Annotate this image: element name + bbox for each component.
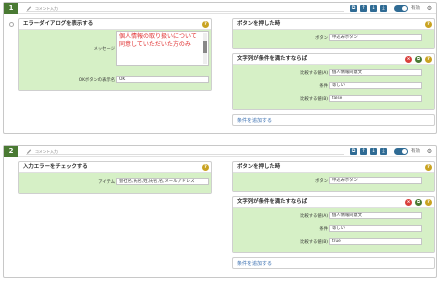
delete-icon[interactable]: × <box>405 199 412 206</box>
card-title: ボタンを押した時 <box>237 21 281 27</box>
add-condition-box: 条件を追加する <box>232 114 435 126</box>
toggle-label: 有効 <box>411 149 420 154</box>
move-up-icon[interactable]: ↑ <box>360 148 367 155</box>
scrollbar-thumb[interactable] <box>203 41 207 53</box>
compare-b-input[interactable]: false <box>329 95 422 102</box>
move-down-icon[interactable]: ↓ <box>370 5 377 12</box>
card-header: 文字列が条件を満たすならば × ⧉ ? <box>233 197 434 208</box>
row-number: 2 <box>4 146 18 157</box>
card-body: ボタン 申込みボタン <box>233 173 434 191</box>
field-label: 比較する値(B) <box>300 97 328 102</box>
field-label: 条件 <box>319 84 328 89</box>
field-label: ボタン <box>315 36 328 41</box>
field-label: アイテム <box>98 180 115 185</box>
action-block-2: 2 ⧉ ↑ ↓ ⤓ 有効 ⚙ 入力エラーをチェックする ? アイテム 会社名,氏… <box>3 145 437 278</box>
block-toolbar: 2 ⧉ ↑ ↓ ⤓ 有効 ⚙ <box>4 146 436 157</box>
block-toolbar: 1 ⧉ ↑ ↓ ⤓ 有効 ⚙ <box>4 3 436 14</box>
field-label: 比較する値(B) <box>300 240 328 245</box>
gear-icon[interactable]: ⚙ <box>426 5 433 12</box>
enable-toggle[interactable] <box>394 5 408 12</box>
row-number: 1 <box>4 3 18 14</box>
pencil-icon <box>27 6 32 11</box>
help-icon[interactable]: ? <box>425 199 432 206</box>
card-body: アイテム 会社名,氏名,姓,氏名,名,メールアドレス <box>19 173 211 193</box>
gear-icon[interactable]: ⚙ <box>426 148 433 155</box>
field-label: 条件 <box>319 227 328 232</box>
field-label: 比較する値(A) <box>300 214 328 219</box>
trigger-card: ボタンを押した時 ? ボタン 申込みボタン <box>232 161 435 192</box>
card-header: ボタンを押した時 ? <box>233 19 434 30</box>
comment-input[interactable] <box>35 5 335 12</box>
pencil-icon <box>27 149 32 154</box>
message-textarea[interactable]: 個人情報の取り扱いについて 同意していただいた方のみ <box>116 31 209 66</box>
move-down-icon[interactable]: ↓ <box>370 148 377 155</box>
compare-b-input[interactable]: true <box>329 238 422 245</box>
action-card: 入力エラーをチェックする ? アイテム 会社名,氏名,姓,氏名,名,メールアドレ… <box>18 161 212 194</box>
condition-card: 文字列が条件を満たすならば × ⧉ ? 比較する値(A) 個人情報同意文 条件 … <box>232 196 435 253</box>
copy-icon[interactable]: ⧉ <box>350 5 357 12</box>
trigger-card: ボタンを押した時 ? ボタン 申込みボタン <box>232 18 435 49</box>
help-icon[interactable]: ? <box>425 56 432 63</box>
add-condition-box: 条件を追加する <box>232 257 435 269</box>
card-body: 比較する値(A) 個人情報同意文 条件 等しい 比較する値(B) true <box>233 208 434 252</box>
card-title: 文字列が条件を満たすならば <box>237 199 308 205</box>
field-label: OKボタンの表示名 <box>78 78 115 83</box>
download-icon[interactable]: ⤓ <box>380 148 387 155</box>
action-block-1: 1 ⧉ ↑ ↓ ⤓ 有効 ⚙ エラーダイアログを表示する ? メッセージ 個人情… <box>3 2 437 134</box>
toggle-knob <box>402 149 407 154</box>
toggle-knob <box>402 6 407 11</box>
ok-label-input[interactable]: OK <box>116 76 209 83</box>
items-input[interactable]: 会社名,氏名,姓,氏名,名,メールアドレス <box>116 178 209 185</box>
copy-icon[interactable]: ⧉ <box>350 148 357 155</box>
help-icon[interactable]: ? <box>425 164 432 171</box>
help-icon[interactable]: ? <box>425 21 432 28</box>
condition-select[interactable]: 等しい <box>329 225 422 232</box>
textarea-scrollbar[interactable] <box>203 33 207 64</box>
action-card: エラーダイアログを表示する ? メッセージ 個人情報の取り扱いについて 同意して… <box>9 18 212 91</box>
duplicate-icon[interactable]: ⧉ <box>415 56 422 63</box>
card-header: エラーダイアログを表示する ? <box>9 19 211 30</box>
message-line-1: 個人情報の取り扱いについて <box>119 33 197 40</box>
condition-card: 文字列が条件を満たすならば × ⧉ ? 比較する値(A) 個人情報同意文 条件 … <box>232 53 435 110</box>
field-label: メッセージ <box>93 47 115 52</box>
card-body: ボタン 申込みボタン <box>233 30 434 48</box>
help-icon[interactable]: ? <box>202 21 209 28</box>
add-condition-link[interactable]: 条件を追加する <box>237 260 272 267</box>
comment-field[interactable] <box>26 5 344 12</box>
button-select[interactable]: 申込みボタン <box>329 34 422 41</box>
message-line-2: 同意していただいた方のみ <box>119 41 191 48</box>
compare-a-select[interactable]: 個人情報同意文 <box>329 69 422 76</box>
card-body: メッセージ 個人情報の取り扱いについて 同意していただいた方のみ OKボタンの表… <box>19 30 211 90</box>
toggle-label: 有効 <box>411 6 420 11</box>
comment-field[interactable] <box>26 148 344 155</box>
card-title: 入力エラーをチェックする <box>23 164 88 170</box>
card-title: 文字列が条件を満たすならば <box>237 56 308 62</box>
delete-icon[interactable]: × <box>405 56 412 63</box>
card-title: エラーダイアログを表示する <box>23 21 94 27</box>
block-select-radio[interactable] <box>9 22 14 27</box>
field-label: ボタン <box>315 179 328 184</box>
card-title: ボタンを押した時 <box>237 164 281 170</box>
button-select[interactable]: 申込みボタン <box>329 177 422 184</box>
help-icon[interactable]: ? <box>202 164 209 171</box>
download-icon[interactable]: ⤓ <box>380 5 387 12</box>
move-up-icon[interactable]: ↑ <box>360 5 367 12</box>
card-body: 比較する値(A) 個人情報同意文 条件 等しい 比較する値(B) false <box>233 65 434 109</box>
enable-toggle[interactable] <box>394 148 408 155</box>
card-header: ボタンを押した時 ? <box>233 162 434 173</box>
card-header: 入力エラーをチェックする ? <box>19 162 211 173</box>
condition-select[interactable]: 等しい <box>329 82 422 89</box>
compare-a-select[interactable]: 個人情報同意文 <box>329 212 422 219</box>
card-header: 文字列が条件を満たすならば × ⧉ ? <box>233 54 434 65</box>
add-condition-link[interactable]: 条件を追加する <box>237 117 272 124</box>
field-label: 比較する値(A) <box>300 71 328 76</box>
comment-input[interactable] <box>35 148 335 155</box>
duplicate-icon[interactable]: ⧉ <box>415 199 422 206</box>
